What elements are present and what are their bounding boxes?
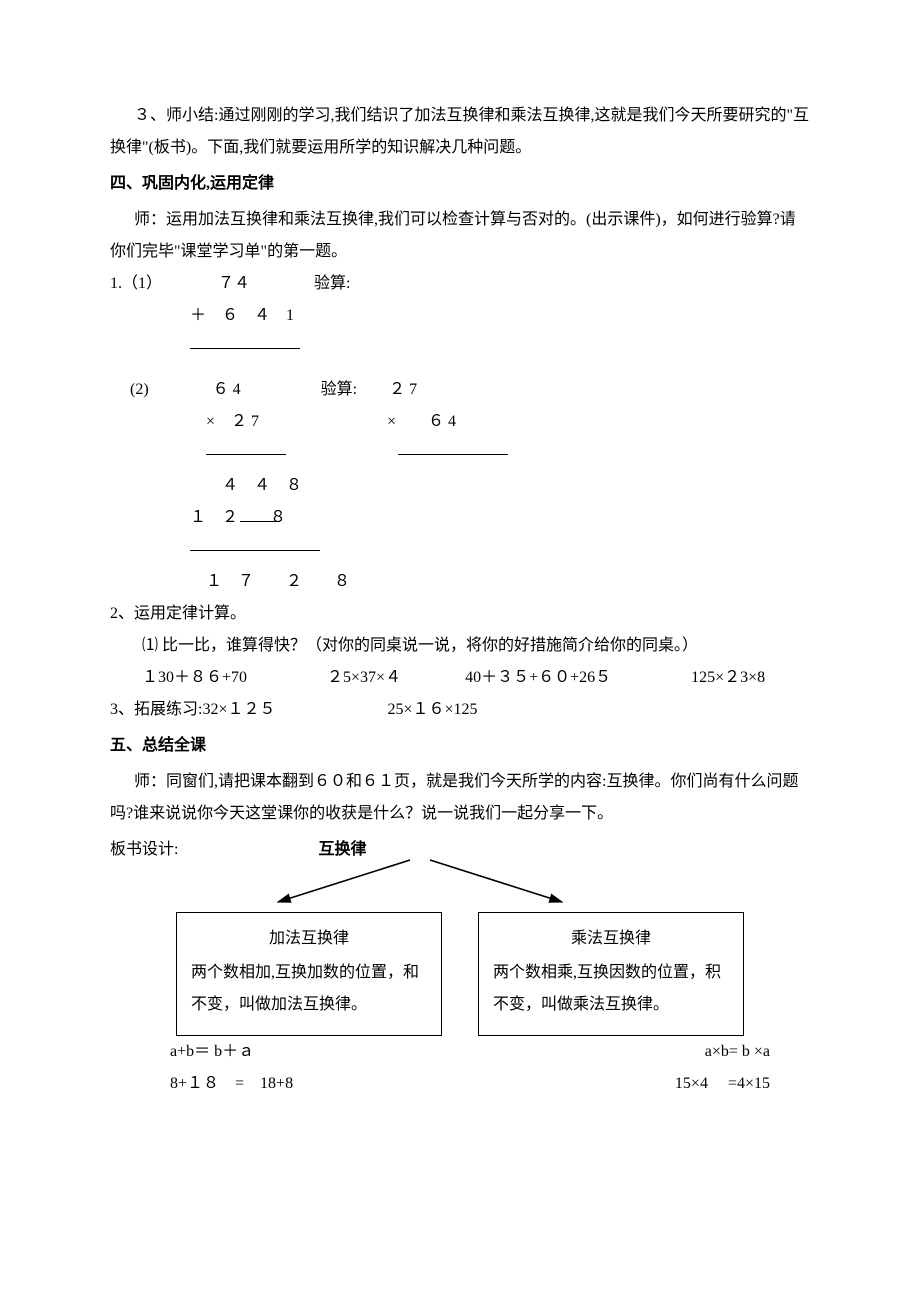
exercise-2-heading: 2、运用定律计算。	[110, 598, 810, 630]
arrows-svg	[110, 856, 810, 910]
calc-2-line-2: × ２ 7 × ６ 4	[110, 406, 810, 438]
calc-1-line-1: 1.（1） ７４ 验算:	[110, 268, 810, 300]
calc-2-line-3: ４ ４ ８	[110, 470, 810, 502]
exercise-2-sub1: ⑴ 比一比，谁算得快？（对你的同桌说一说，将你的好措施简介给你的同桌。）	[110, 630, 810, 662]
calc-2-line-4: １ ２ ８	[110, 502, 810, 534]
box-multiplication-law: 乘法互换律 两个数相乘,互换因数的位置，积不变，叫做乘法互换律。	[478, 912, 744, 1036]
calc-2-rule	[110, 438, 810, 470]
spacer	[110, 364, 810, 374]
formula-mul-example: 15×4 =4×15	[675, 1068, 770, 1100]
calc-2-line-4-text: １ ２ ８	[110, 509, 286, 526]
summary-paragraph: ３、师小结:通过刚刚的学习,我们结识了加法互换律和乘法互换律,这就是我们今天所要…	[110, 100, 810, 164]
box-addition-title: 加法互换律	[191, 923, 427, 955]
formula-row-1: a+b＝ b＋ａ a×b= b ×a	[110, 1036, 810, 1068]
teacher-instruction-1: 师：运用加法互换律和乘法互换律,我们可以检查计算与否对的。(出示课件)，如何进行…	[110, 204, 810, 268]
section-5-heading: 五、总结全课	[110, 730, 810, 762]
exercise-2-expressions: １30＋８６+70 ２5×37×４ 40＋３５+６０+26５ 125×２3×8	[110, 662, 810, 694]
calc-1-line-2: ＋ ６ ４ 1	[110, 300, 810, 332]
board-design: 板书设计: 互换律 加法互换律 两个数相加,互换加数的位置，和不变，叫做加法互换…	[110, 834, 810, 1036]
formula-add-general: a+b＝ b＋ａ	[170, 1036, 254, 1068]
exercise-3: 3、拓展练习:32×１２５ 25×１６×125	[110, 694, 810, 726]
box-multiplication-body: 两个数相乘,互换因数的位置，积不变，叫做乘法互换律。	[493, 957, 729, 1021]
calc-2-line-5: １ ７ ２ ８	[110, 566, 810, 598]
formula-row-2: 8+１８ = 18+8 15×4 =4×15	[110, 1068, 810, 1100]
formula-mul-general: a×b= b ×a	[705, 1036, 770, 1068]
calc-1-rule	[110, 332, 810, 364]
calc-2-rule-2	[110, 534, 810, 566]
box-multiplication-title: 乘法互换律	[493, 923, 729, 955]
section-4-heading: 四、巩固内化,运用定律	[110, 168, 810, 200]
calc-2-line-1: (2) ６ 4 验算: ２ 7	[110, 374, 810, 406]
teacher-closing: 师：同窗们,请把课本翻到６０和６１页，就是我们今天所学的内容:互换律。你们尚有什…	[110, 766, 810, 830]
formula-add-example: 8+１８ = 18+8	[170, 1068, 293, 1100]
box-addition-body: 两个数相加,互换加数的位置，和不变，叫做加法互换律。	[191, 957, 427, 1021]
box-addition-law: 加法互换律 两个数相加,互换加数的位置，和不变，叫做加法互换律。	[176, 912, 442, 1036]
